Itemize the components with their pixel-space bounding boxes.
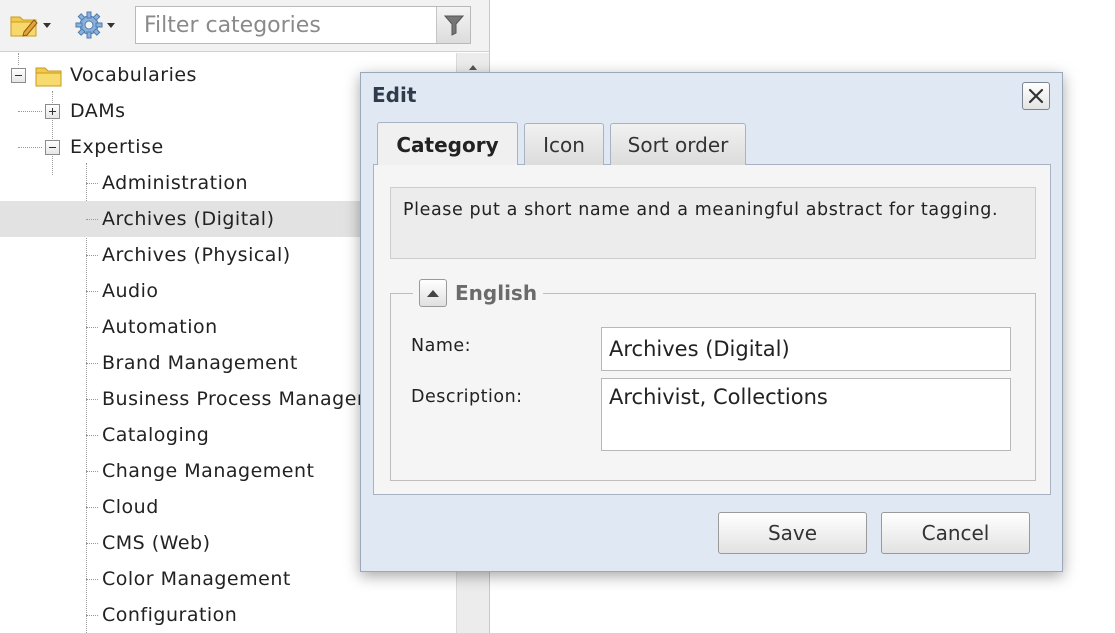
tree-item[interactable]: Configuration <box>0 597 456 633</box>
tree-item-label: Color Management <box>102 568 291 590</box>
tree-node-label: Vocabularies <box>70 64 197 86</box>
tree-connector <box>86 615 98 616</box>
folder-icon <box>35 67 62 87</box>
chevron-down-icon <box>43 22 51 28</box>
tree-item-label: Audio <box>102 280 159 302</box>
settings-menu-button[interactable] <box>74 10 115 40</box>
tab-strip: Category Icon Sort order <box>373 121 1051 166</box>
tree-item-label: Administration <box>102 172 249 194</box>
tree-node-label: DAMs <box>70 100 126 122</box>
fieldset-legend: English <box>413 278 544 308</box>
collapse-toggle-icon[interactable] <box>11 68 26 83</box>
tree-connector <box>86 363 98 364</box>
tree-item-label: Archives (Physical) <box>102 244 291 266</box>
name-field[interactable] <box>601 327 1011 371</box>
collapse-button[interactable] <box>419 279 447 307</box>
hint-text: Please put a short name and a meaningful… <box>390 187 1036 259</box>
tree-connector <box>86 219 98 220</box>
save-button[interactable]: Save <box>718 512 867 554</box>
filter-field <box>135 6 471 44</box>
tree-connector <box>18 111 42 112</box>
tree-connector <box>86 579 98 580</box>
tree-item-label: Cloud <box>102 496 159 518</box>
tree-connector <box>86 543 98 544</box>
tree-connector <box>86 327 98 328</box>
chevron-up-icon <box>427 290 439 297</box>
tree-connector <box>86 471 98 472</box>
tree-connector <box>86 399 98 400</box>
tab-sort-order[interactable]: Sort order <box>610 123 746 165</box>
tree-item-label: Archives (Digital) <box>102 208 275 230</box>
english-fieldset: English Name: Description: Archivist, Co… <box>390 278 1036 481</box>
edit-dialog: Edit Category Icon Sort order Please put… <box>360 72 1063 572</box>
tree-connector <box>86 291 98 292</box>
tree-item-label: Change Management <box>102 460 315 482</box>
gear-icon <box>75 11 103 39</box>
tree-item-label: Cataloging <box>102 424 210 446</box>
tree-connector <box>86 255 98 256</box>
description-label: Description: <box>411 387 523 407</box>
fieldset-title: English <box>455 281 538 305</box>
tree-item-label: Configuration <box>102 604 238 626</box>
description-field[interactable]: Archivist, Collections <box>601 378 1011 451</box>
folder-menu-button[interactable] <box>10 10 51 40</box>
tree-connector <box>86 183 98 184</box>
tree-node-label: Expertise <box>70 136 164 158</box>
close-button[interactable] <box>1022 82 1050 110</box>
folder-edit-icon <box>10 16 38 37</box>
funnel-icon <box>443 15 464 36</box>
collapse-toggle-icon[interactable] <box>45 140 60 155</box>
tree-connector <box>86 507 98 508</box>
expand-toggle-icon[interactable] <box>45 104 60 119</box>
tree-connector <box>18 147 42 148</box>
tab-category[interactable]: Category <box>377 122 518 166</box>
close-icon <box>1028 88 1044 104</box>
dialog-title: Edit <box>372 83 417 107</box>
chevron-down-icon <box>107 22 115 28</box>
tree-item-label: Brand Management <box>102 352 298 374</box>
cancel-button[interactable]: Cancel <box>881 512 1030 554</box>
tree-item-label: Automation <box>102 316 218 338</box>
tab-icon[interactable]: Icon <box>524 123 604 165</box>
name-label: Name: <box>411 336 472 356</box>
tree-connector <box>86 435 98 436</box>
dialog-body: Please put a short name and a meaningful… <box>373 165 1051 495</box>
scroll-up-icon[interactable] <box>468 63 478 71</box>
tree-item-label: CMS (Web) <box>102 532 211 554</box>
filter-input[interactable] <box>136 7 436 43</box>
filter-button[interactable] <box>436 7 470 43</box>
toolbar <box>0 0 489 52</box>
